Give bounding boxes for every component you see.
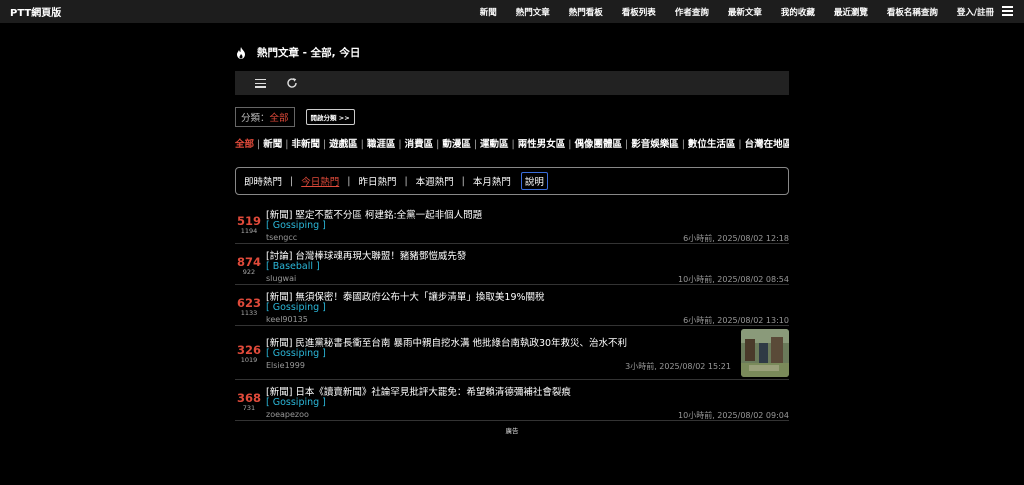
nav-board-name-search[interactable]: 看板名稱查詢	[887, 6, 938, 18]
nav-news[interactable]: 新聞	[480, 6, 497, 18]
refresh-icon[interactable]	[286, 77, 298, 89]
period-today[interactable]: 今日熱門	[301, 174, 339, 188]
nav-recent[interactable]: 最近瀏覽	[834, 6, 868, 18]
article-time: 6小時前, 2025/08/02 13:10	[683, 316, 789, 325]
board-cat-entertainment[interactable]: 影音娛樂區	[631, 139, 679, 150]
article-board[interactable]: [ Gossiping ]	[266, 302, 326, 313]
article-title[interactable]: [新聞] 民進黨秘書長衝至台南 暴雨中親自挖水溝 他批綠台南執政30年救災、治水…	[266, 335, 627, 349]
article-title[interactable]: [新聞] 堅定不藍不分區 柯建銘:全黨一起非個人問題	[266, 207, 482, 221]
board-cat-news[interactable]: 新聞	[263, 139, 282, 150]
article-author[interactable]: slugwai	[266, 274, 296, 283]
period-realtime[interactable]: 即時熱門	[244, 174, 282, 188]
article-author[interactable]: Elsie1999	[266, 361, 305, 370]
ad-label: 廣告	[505, 427, 519, 435]
board-cat-all[interactable]: 全部	[235, 139, 254, 150]
nav-hot-boards[interactable]: 熱門看板	[569, 6, 603, 18]
category-indicator: 分類：全部	[235, 107, 295, 127]
open-category-button[interactable]: 開啟分類 >>	[305, 109, 355, 125]
article-author[interactable]: tsengcc	[266, 233, 297, 242]
article-list: 519 1194 [新聞] 堅定不藍不分區 柯建銘:全黨一起非個人問題 [ Gos…	[235, 203, 789, 421]
nav-hot-articles[interactable]: 熱門文章	[516, 6, 550, 18]
list-menu-icon[interactable]	[255, 79, 266, 88]
board-category-bar: 全部 | 新聞 | 非新聞 | 遊戲區 | 職涯區 | 消費區 | 動漫區 | 運動區 | 兩性男女區 | 偶像團體…	[235, 136, 789, 150]
toolbar	[235, 71, 789, 95]
article-title[interactable]: [討論] 台灣棒球魂再現大聯盟！豬豬鄧愷威先發	[266, 248, 466, 262]
article-time: 6小時前, 2025/08/02 12:18	[683, 234, 789, 243]
article-board[interactable]: [ Gossiping ]	[266, 397, 326, 408]
article-board[interactable]: [ Gossiping ]	[266, 220, 326, 231]
board-cat-games[interactable]: 遊戲區	[329, 139, 358, 150]
article-time: 10小時前, 2025/08/02 08:54	[678, 275, 789, 284]
article-time: 10小時前, 2025/08/02 09:04	[678, 411, 789, 420]
recommend-count: 326 1019	[236, 343, 261, 364]
article-item[interactable]: 368 731 [新聞] 日本《讀賣新聞》社論罕見批評大罷免：希望賴清德彌補社會裂…	[235, 380, 789, 421]
nav-favorites[interactable]: 我的收藏	[781, 6, 815, 18]
page-title-text: 熱門文章 - 全部, 今日	[257, 47, 361, 59]
nav-author-search[interactable]: 作者查詢	[675, 6, 709, 18]
board-cat-consumer[interactable]: 消費區	[405, 139, 434, 150]
board-cat-idols[interactable]: 偶像團體區	[574, 139, 622, 150]
board-cat-non-news[interactable]: 非新聞	[291, 139, 320, 150]
recommend-count: 519 1194	[236, 214, 261, 235]
fire-icon	[237, 46, 245, 59]
nav-links: 新聞 熱門文章 熱門看板 看板列表 作者查詢 最新文章 我的收藏 最近瀏覽 看板…	[461, 0, 994, 23]
article-title[interactable]: [新聞] 無須保密！泰國政府公布十大「讓步清單」換取美19%關稅	[266, 289, 545, 303]
category-row: 分類：全部 開啟分類 >>	[235, 107, 355, 127]
recommend-count: 623 1133	[236, 296, 261, 317]
article-item[interactable]: 623 1133 [新聞] 無須保密！泰國政府公布十大「讓步清單」換取美19%關稅…	[235, 285, 789, 326]
board-cat-anime[interactable]: 動漫區	[442, 139, 471, 150]
article-title[interactable]: [新聞] 日本《讀賣新聞》社論罕見批評大罷免：希望賴清德彌補社會裂痕	[266, 384, 571, 398]
board-cat-taiwan-local[interactable]: 台灣在地區	[745, 139, 789, 150]
top-navbar: PTT網頁版 新聞 熱門文章 熱門看板 看板列表 作者查詢 最新文章 我的收藏 …	[0, 0, 1024, 23]
category-label: 分類：	[241, 113, 270, 124]
board-cat-relationships[interactable]: 兩性男女區	[518, 139, 566, 150]
board-cat-career[interactable]: 職涯區	[367, 139, 396, 150]
period-month[interactable]: 本月熱門	[473, 174, 511, 188]
article-author[interactable]: keel90135	[266, 315, 308, 324]
recommend-count: 368 731	[236, 391, 261, 412]
board-cat-sports[interactable]: 運動區	[480, 139, 509, 150]
site-logo[interactable]: PTT網頁版	[10, 4, 61, 19]
recommend-count: 874 922	[236, 255, 261, 276]
article-item[interactable]: 874 922 [討論] 台灣棒球魂再現大聯盟！豬豬鄧愷威先發 [ Basebal…	[235, 244, 789, 285]
page-title: 熱門文章 - 全部, 今日	[235, 45, 360, 60]
category-current: 全部	[269, 113, 289, 124]
nav-board-list[interactable]: 看板列表	[622, 6, 656, 18]
article-board[interactable]: [ Gossiping ]	[266, 348, 326, 359]
article-author[interactable]: zoeapezoo	[266, 410, 309, 419]
article-thumbnail[interactable]	[741, 329, 789, 377]
period-week[interactable]: 本週熱門	[416, 174, 454, 188]
period-filter: 即時熱門 | 今日熱門 | 昨日熱門 | 本週熱門 | 本月熱門 說明	[235, 167, 789, 195]
board-cat-digital[interactable]: 數位生活區	[688, 139, 736, 150]
nav-login[interactable]: 登入/註冊	[957, 6, 994, 18]
article-time: 3小時前, 2025/08/02 15:21	[625, 362, 731, 371]
help-button[interactable]: 說明	[520, 172, 548, 190]
article-board[interactable]: [ Baseball ]	[266, 261, 320, 272]
article-item[interactable]: 519 1194 [新聞] 堅定不藍不分區 柯建銘:全黨一起非個人問題 [ Gos…	[235, 203, 789, 244]
article-item[interactable]: 326 1019 [新聞] 民進黨秘書長衝至台南 暴雨中親自挖水溝 他批綠台南執政…	[235, 326, 789, 380]
nav-latest-articles[interactable]: 最新文章	[728, 6, 762, 18]
period-yesterday[interactable]: 昨日熱門	[358, 174, 396, 188]
hamburger-menu-icon[interactable]	[1002, 6, 1013, 16]
